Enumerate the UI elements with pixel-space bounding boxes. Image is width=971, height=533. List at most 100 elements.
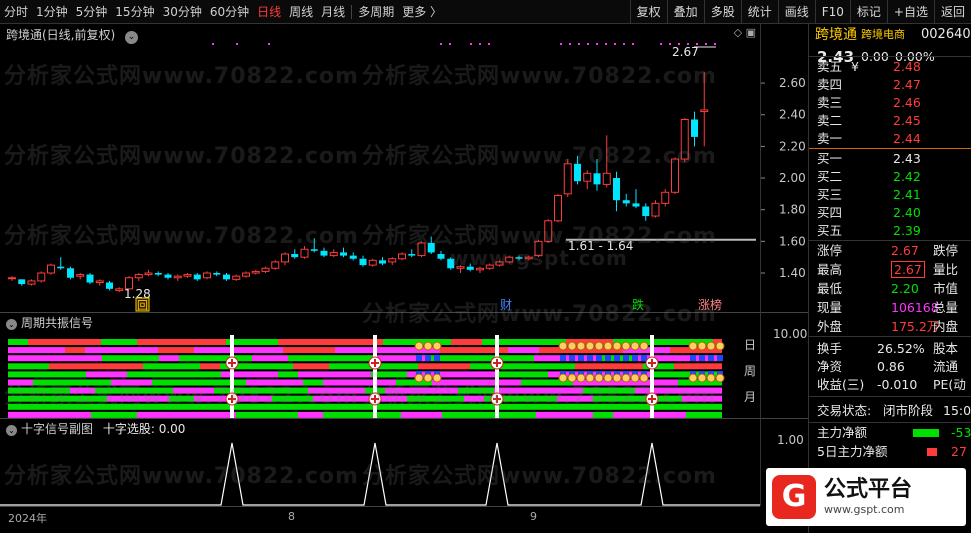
candle-body — [67, 268, 74, 278]
price-axis-label: 2.60 — [779, 76, 806, 90]
signal-dot — [578, 43, 580, 45]
timeframe-tab-6[interactable]: 日线 — [253, 0, 285, 24]
cross-signal-line — [0, 442, 760, 506]
toolbar-button-5[interactable]: F10 — [814, 0, 850, 24]
resonance-segment — [240, 403, 318, 410]
signal-block — [641, 355, 647, 361]
signal-dot — [614, 43, 616, 45]
stat-label: 最低 — [817, 281, 843, 296]
resonance-segment — [159, 355, 179, 362]
candle-body — [18, 279, 26, 285]
candle-body — [691, 119, 698, 137]
bid-row: 买五 2.39 — [809, 222, 971, 240]
trade-status-value: 闭市阶段 — [883, 403, 934, 418]
bid-row: 买三 2.41 — [809, 186, 971, 204]
price-axis-label: 2.40 — [779, 108, 806, 122]
ask-price: 2.46 — [893, 95, 921, 110]
money-bag-icon — [423, 373, 433, 383]
signal-dot — [479, 43, 481, 45]
resonance-segment — [401, 411, 442, 418]
toolbar-button-3[interactable]: 统计 — [740, 0, 778, 24]
timeframe-tab-3[interactable]: 15分钟 — [111, 0, 158, 24]
cross-signal-panel[interactable]: ⌄ 十字信号副图 十字选股: 0.00 — [0, 418, 760, 506]
toolbar-button-1[interactable]: 叠加 — [666, 0, 704, 24]
resonance-segment — [674, 363, 722, 370]
timeframe-tab-10[interactable]: 更多 〉 — [398, 0, 446, 24]
candle-body — [251, 270, 260, 274]
stat-value: 106168 — [891, 300, 939, 315]
money-bag-icon — [558, 373, 568, 383]
money-bag-icon — [558, 341, 568, 351]
candle-body — [408, 254, 416, 256]
price-axis-label: 2.00 — [779, 171, 806, 185]
money-bag-icon — [432, 341, 442, 351]
timeframe-tab-2[interactable]: 5分钟 — [72, 0, 112, 24]
money-bag-icon — [612, 373, 622, 383]
candle-body — [661, 191, 670, 204]
money-bag-icon — [567, 373, 577, 383]
candle-body — [554, 194, 562, 222]
stat2-label: 收益(三) — [817, 377, 865, 392]
resonance-segment — [613, 411, 686, 418]
candle-body — [524, 256, 533, 260]
resonance-segment — [8, 395, 107, 402]
candle-body — [368, 259, 377, 266]
stock-sector[interactable]: 跨境电商 — [861, 26, 905, 44]
money-bag-icon — [594, 373, 604, 383]
flow-bar — [913, 429, 939, 437]
candle-body — [329, 251, 338, 257]
cross-signal-polyline — [0, 442, 760, 506]
timeframe-tab-0[interactable]: 分时 — [0, 0, 32, 24]
main-chart[interactable]: 跨境通(日线,前复权) ⌄ ◇ ▣ 2.67 1.28 1.61 - 1.64 回财跌… — [0, 24, 760, 312]
resonance-segment — [91, 411, 137, 418]
toolbar-button-0[interactable]: 复权 — [629, 0, 667, 24]
candle-body — [115, 288, 124, 291]
resonance-panel[interactable]: ⌄ 周期共振信号 日周月 — [0, 312, 760, 419]
candle-body — [349, 255, 357, 259]
toolbar-button-4[interactable]: 画线 — [777, 0, 815, 24]
resonance-segment — [101, 339, 137, 345]
stat-row: 最低 2.20 市值 — [809, 280, 971, 298]
resonance-segment — [95, 387, 173, 394]
candle-body — [700, 109, 709, 113]
timeframe-tab-1[interactable]: 1分钟 — [32, 0, 72, 24]
candle-body — [310, 249, 318, 251]
bid-label: 买二 — [817, 169, 843, 184]
money-bag-icon — [715, 341, 725, 351]
signal-block — [578, 355, 584, 361]
signal-dot — [488, 43, 490, 45]
signal-dot — [470, 43, 472, 45]
toolbar-button-7[interactable]: +自选 — [886, 0, 934, 24]
timeframe-tab-9[interactable]: 多周期 — [354, 0, 398, 24]
candle-body — [417, 242, 426, 257]
cross-marker-line — [650, 335, 654, 419]
candle-body — [173, 275, 182, 279]
quote-panel: 跨境通 跨境电商 002640 2.43 0.00 0.00% 卖五 2.48 ¥ 卖… — [808, 24, 971, 533]
candle-body — [47, 264, 55, 274]
timeframe-tab-8[interactable]: 月线 — [317, 0, 349, 24]
bid-price: 2.41 — [893, 187, 921, 202]
candle-body — [602, 172, 611, 185]
timeframe-tab-5[interactable]: 60分钟 — [206, 0, 253, 24]
resonance-segment — [278, 339, 383, 345]
resonance-segment — [458, 387, 494, 394]
flow-row: 5日主力净额 27 — [809, 443, 971, 461]
ask-row: 卖三 2.46 — [809, 94, 971, 112]
toolbar-button-6[interactable]: 标记 — [849, 0, 887, 24]
timeframe-tab-4[interactable]: 30分钟 — [159, 0, 206, 24]
timeframe-list: 分时 1分钟 5分钟 15分钟 30分钟 60分钟 日线 周线 月线 多周期 更多 〉 — [0, 0, 446, 24]
stock-code: 002640 — [921, 27, 971, 42]
ask-row: 卖二 2.45 — [809, 112, 971, 130]
candle-body — [593, 173, 601, 185]
signal-dot — [268, 43, 270, 45]
toolbar-button-8[interactable]: 返回 — [933, 0, 971, 24]
resonance-bars: 日周月 — [8, 335, 756, 419]
bid-price: 2.42 — [893, 169, 921, 184]
zhangting-marker: 涨榜 — [698, 297, 722, 312]
candle-body — [466, 266, 474, 270]
candle-body — [8, 277, 16, 280]
flow-bar — [927, 448, 937, 456]
toolbar-button-2[interactable]: 多股 — [703, 0, 741, 24]
timeframe-tab-7[interactable]: 周线 — [285, 0, 317, 24]
money-bag-icon — [621, 341, 631, 351]
